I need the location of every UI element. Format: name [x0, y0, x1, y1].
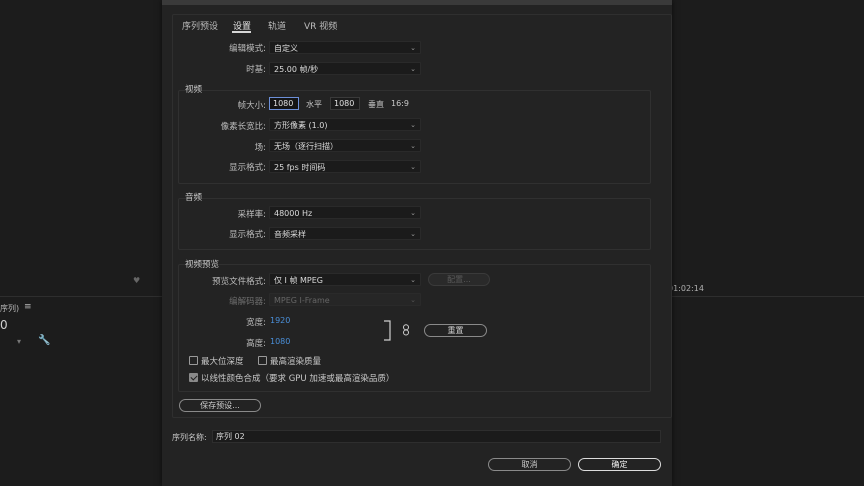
hamburger-icon[interactable]: ≡ — [24, 302, 32, 312]
chevron-down-icon: ⌄ — [410, 230, 416, 238]
vertical-label: 垂直 — [368, 100, 384, 109]
timecode-right: 01:02:14 — [668, 284, 704, 293]
linear-color-checkbox[interactable] — [189, 373, 198, 382]
preview-format-dropdown[interactable]: 仅 I 帧 MPEG ⌄ — [269, 273, 421, 286]
frame-size-label: 帧大小: — [237, 101, 266, 111]
sample-rate-label: 采样率: — [237, 210, 266, 220]
sequence-name-label: 序列名称: — [172, 433, 207, 442]
right-panel-divider — [672, 296, 864, 297]
chevron-down-icon: ⌄ — [410, 121, 416, 129]
video-section-title: 视频 — [185, 85, 203, 95]
audio-display-format-dropdown[interactable]: 音频采样 ⌄ — [269, 227, 421, 240]
editing-mode-dropdown[interactable]: 自定义 ⌄ — [269, 41, 421, 54]
sequence-name-input[interactable]: 序列 02 — [212, 430, 661, 443]
chevron-down-icon: ⌄ — [410, 296, 416, 304]
chevron-down-icon: ⌄ — [410, 44, 416, 52]
link-bracket — [384, 320, 391, 341]
frame-height-input[interactable]: 1080 — [330, 97, 360, 110]
preview-height-label: 高度: — [246, 339, 266, 349]
sample-rate-dropdown[interactable]: 48000 Hz ⌄ — [269, 206, 421, 219]
heart-icon: ♥ — [133, 276, 141, 285]
reset-button[interactable]: 重置 — [424, 324, 487, 337]
audio-section-title: 音频 — [185, 193, 203, 203]
chevron-down-icon: ⌄ — [410, 209, 416, 217]
timecode-display[interactable]: 0 — [0, 318, 8, 332]
configure-button[interactable]: 配置... — [428, 273, 490, 286]
wrench-icon[interactable]: 🔧 — [38, 335, 50, 346]
codec-dropdown[interactable]: MPEG I-Frame ⌄ — [269, 293, 421, 306]
video-preview-section-title: 视频预览 — [185, 260, 220, 270]
tab-vr-video[interactable]: VR 视频 — [304, 19, 337, 32]
editing-mode-label: 编辑模式: — [229, 44, 266, 54]
timebase-dropdown[interactable]: 25.00 帧/秒 ⌄ — [269, 62, 421, 75]
chain-link-icon[interactable] — [402, 324, 410, 336]
fields-dropdown[interactable]: 无场（逐行扫描） ⌄ — [269, 139, 421, 152]
pixel-aspect-dropdown[interactable]: 方形像素 (1.0) ⌄ — [269, 118, 421, 131]
cancel-button[interactable]: 取消 — [488, 458, 571, 471]
preview-height-value[interactable]: 1080 — [270, 337, 290, 346]
linear-color-label: 以线性颜色合成（要求 GPU 加速或最高渲染品质） — [201, 374, 395, 384]
max-render-quality-checkbox[interactable] — [258, 356, 267, 365]
codec-label: 编解码器: — [229, 297, 266, 307]
right-background-panel — [672, 0, 864, 486]
new-sequence-dialog: 序列预设 设置 轨道 VR 视频 编辑模式: 自定义 ⌄ 时基: 25.00 帧/… — [162, 0, 672, 486]
marker-icon[interactable]: ▾ — [17, 337, 21, 346]
pixel-aspect-label: 像素长宽比: — [220, 122, 266, 132]
chevron-down-icon: ⌄ — [410, 142, 416, 150]
audio-display-format-label: 显示格式: — [229, 230, 266, 240]
chevron-down-icon: ⌄ — [410, 65, 416, 73]
video-display-format-dropdown[interactable]: 25 fps 时间码 ⌄ — [269, 160, 421, 173]
ok-button[interactable]: 确定 — [578, 458, 661, 471]
frame-width-input[interactable]: 1080 — [269, 97, 299, 110]
chevron-down-icon: ⌄ — [410, 163, 416, 171]
chevron-down-icon: ⌄ — [410, 276, 416, 284]
video-display-format-label: 显示格式: — [229, 163, 266, 173]
tab-sequence-presets[interactable]: 序列预设 — [182, 19, 218, 32]
save-preset-button[interactable]: 保存预设... — [179, 399, 261, 412]
aspect-ratio-readout: 16:9 — [391, 99, 409, 108]
dialog-titlebar — [162, 0, 672, 5]
preview-width-label: 宽度: — [246, 318, 266, 328]
max-bit-depth-checkbox[interactable] — [189, 356, 198, 365]
fields-label: 场: — [254, 143, 266, 153]
left-background-panel — [0, 0, 162, 486]
max-bit-depth-label: 最大位深度 — [201, 357, 244, 367]
timebase-label: 时基: — [246, 65, 266, 75]
sequence-tab-label[interactable]: 序列) — [0, 303, 19, 314]
active-tab-indicator — [232, 31, 251, 33]
horizontal-label: 水平 — [306, 100, 322, 109]
tab-tracks[interactable]: 轨道 — [268, 19, 286, 32]
preview-format-label: 预览文件格式: — [212, 277, 266, 287]
left-panel-divider — [0, 296, 162, 297]
max-render-quality-label: 最高渲染质量 — [270, 357, 322, 367]
preview-width-value[interactable]: 1920 — [270, 316, 290, 325]
